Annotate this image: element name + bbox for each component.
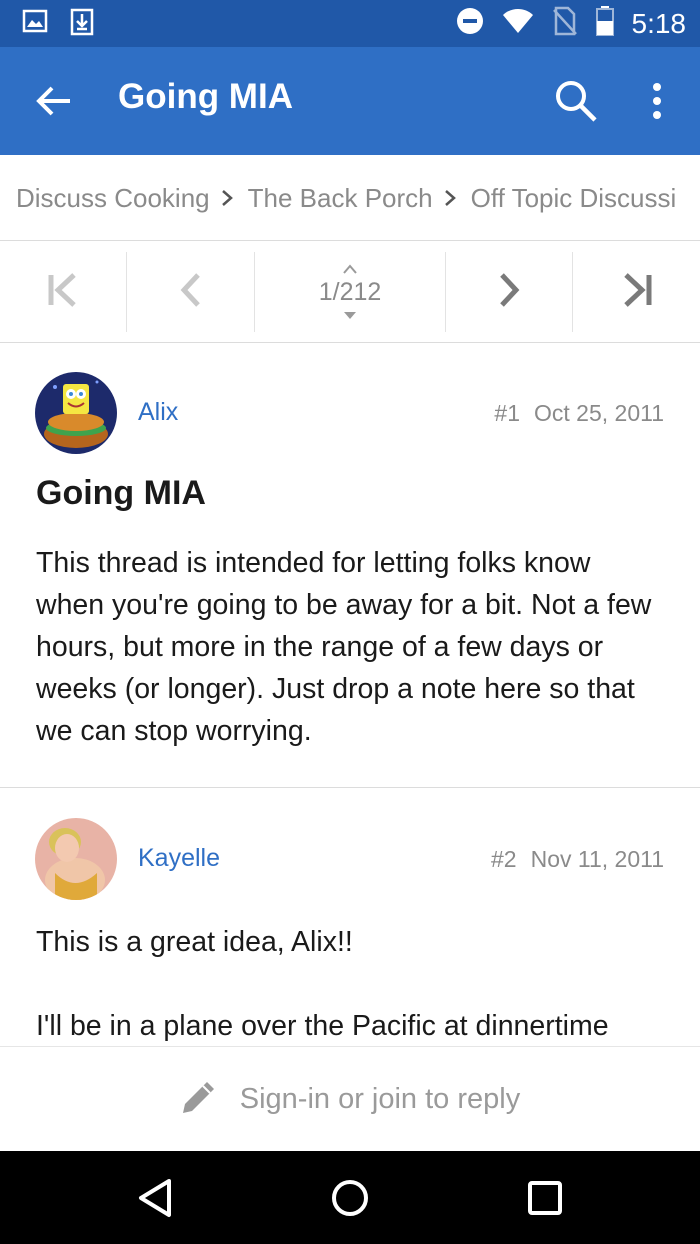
previous-page-button[interactable] bbox=[127, 252, 254, 332]
reply-label: Sign-in or join to reply bbox=[239, 1082, 521, 1115]
no-sim-icon bbox=[552, 6, 578, 41]
chevron-right-icon bbox=[439, 185, 461, 211]
post-author[interactable]: Alix bbox=[138, 398, 178, 427]
post-body: This is a great idea, Alix!! I'll be in … bbox=[36, 921, 666, 1046]
page-label: 1/212 bbox=[318, 277, 382, 306]
post-date: Nov 11, 2011 bbox=[530, 846, 664, 872]
post-number[interactable]: #2 bbox=[491, 846, 517, 872]
status-time: 5:18 bbox=[631, 7, 687, 39]
status-bar: 5:18 bbox=[0, 0, 700, 47]
back-triangle-icon[interactable] bbox=[133, 1175, 179, 1221]
reply-bar[interactable]: Sign-in or join to reply bbox=[0, 1046, 700, 1151]
breadcrumb-item-back-porch[interactable]: The Back Porch bbox=[248, 183, 433, 214]
more-vert-icon[interactable] bbox=[640, 77, 674, 125]
pencil-icon bbox=[180, 1078, 218, 1121]
caret-down-icon bbox=[344, 311, 356, 319]
first-page-button[interactable] bbox=[0, 252, 126, 332]
app-bar: Going MIA bbox=[0, 47, 700, 155]
post-date: Oct 25, 2011 bbox=[534, 400, 664, 426]
breadcrumb: Discuss Cooking The Back Porch Off Topic… bbox=[0, 155, 700, 241]
image-icon bbox=[22, 8, 48, 41]
page-selector[interactable]: 1/212 bbox=[255, 252, 445, 332]
post-number[interactable]: #1 bbox=[494, 400, 520, 426]
do-not-disturb-icon bbox=[456, 7, 484, 40]
caret-up-icon bbox=[343, 263, 357, 274]
battery-icon bbox=[595, 6, 614, 41]
first-page-icon bbox=[46, 272, 80, 313]
navigation-bar bbox=[0, 1151, 700, 1244]
chevron-right-icon bbox=[216, 185, 238, 211]
post-body: This thread is intended for letting folk… bbox=[36, 547, 652, 747]
post-paragraph: I'll be in a plane over the Pacific at d… bbox=[36, 1010, 609, 1042]
recents-square-icon[interactable] bbox=[522, 1175, 568, 1221]
breadcrumb-item-discuss-cooking[interactable]: Discuss Cooking bbox=[16, 183, 210, 214]
post: Alix #1 Oct 25, 2011 Going MIA This threa… bbox=[0, 344, 700, 788]
post-meta: #1 Oct 25, 2011 bbox=[494, 400, 664, 427]
page-title: Going MIA bbox=[118, 77, 293, 116]
last-page-button[interactable] bbox=[573, 252, 700, 332]
back-arrow-icon[interactable] bbox=[34, 81, 74, 121]
post-author[interactable]: Kayelle bbox=[138, 844, 220, 873]
pager: 1/212 bbox=[0, 242, 700, 343]
next-page-icon bbox=[496, 272, 522, 313]
post: Kayelle #2 Nov 11, 2011 This is a great i… bbox=[0, 789, 700, 1046]
download-icon bbox=[70, 8, 94, 41]
post-paragraph: This is a great idea, Alix!! bbox=[36, 926, 353, 958]
post-title: Going MIA bbox=[36, 474, 206, 512]
post-meta: #2 Nov 11, 2011 bbox=[491, 846, 664, 873]
next-page-button[interactable] bbox=[446, 252, 572, 332]
avatar[interactable] bbox=[35, 372, 117, 454]
search-icon[interactable] bbox=[552, 77, 600, 125]
previous-page-icon bbox=[178, 272, 204, 313]
wifi-icon bbox=[502, 8, 534, 39]
avatar[interactable] bbox=[35, 818, 117, 900]
breadcrumb-item-off-topic[interactable]: Off Topic Discussi bbox=[471, 183, 677, 214]
last-page-icon bbox=[620, 272, 654, 313]
home-circle-icon[interactable] bbox=[327, 1175, 373, 1221]
